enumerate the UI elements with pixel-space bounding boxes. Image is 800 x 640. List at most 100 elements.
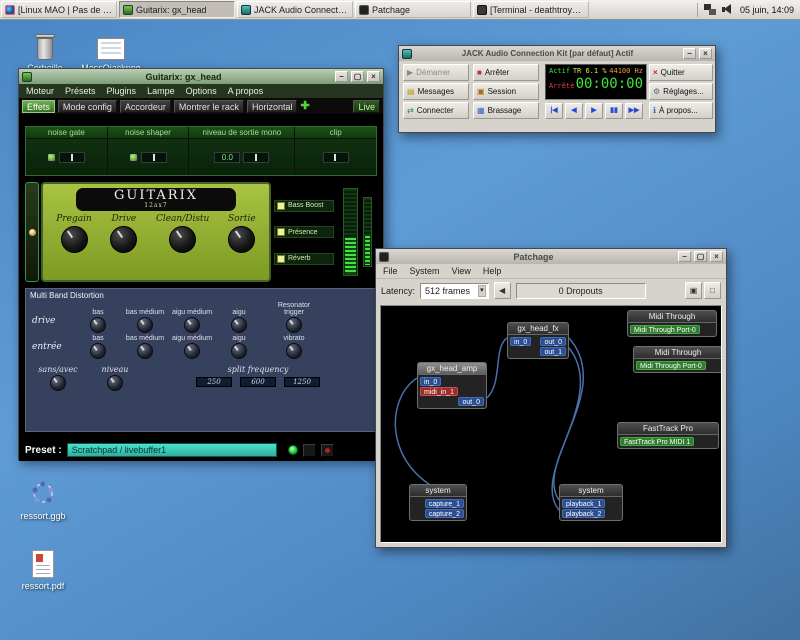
output-level-value[interactable]: 0.0 <box>214 152 240 163</box>
split-value-2[interactable]: 600 <box>240 377 276 387</box>
output-level-slider[interactable] <box>243 152 269 163</box>
port-midi-in1[interactable]: midi_in_1 <box>420 387 458 396</box>
connect-button[interactable]: ⇄ Connecter <box>403 102 469 119</box>
node-gx-head-amp[interactable]: gx_head_amp in_0 midi_in_1 out_0 <box>417 362 487 409</box>
node-midi-through-2[interactable]: Midi Through Midi Through Port-0 <box>633 346 722 373</box>
noise-gate-led[interactable] <box>47 153 56 162</box>
about-button[interactable]: ℹ À propos... <box>649 102 713 119</box>
mbd-knob[interactable] <box>184 343 200 359</box>
node-system-capture[interactable]: system capture_1 capture_2 <box>409 484 467 521</box>
port-playback2[interactable]: playback_2 <box>562 509 605 518</box>
decrease-latency-button[interactable]: ◀ <box>494 282 511 299</box>
menu-help[interactable]: Help <box>483 266 502 276</box>
transport-play-button[interactable]: ▶ <box>585 103 603 119</box>
trigger-knob[interactable] <box>286 317 302 333</box>
split-value-1[interactable]: 250 <box>196 377 232 387</box>
effects-button[interactable]: Effets <box>22 100 55 113</box>
presence-switch[interactable]: Présence <box>274 226 334 238</box>
latency-combobox[interactable]: 512 frames ▾ <box>420 283 489 299</box>
mbd-knob[interactable] <box>90 317 106 333</box>
start-button[interactable]: ▶ Démarrer <box>403 64 469 81</box>
node-title[interactable]: system <box>560 485 622 497</box>
minimize-icon[interactable]: − <box>683 48 696 59</box>
transport-rewind-button[interactable]: ◀ <box>565 103 583 119</box>
menu-file[interactable]: File <box>383 266 398 276</box>
taskbar-button-jack[interactable]: JACK Audio Connection Kit... <box>237 1 353 18</box>
node-gx-head-fx[interactable]: gx_head_fx in_0 out_0 out_1 <box>507 322 569 359</box>
port-midi-through[interactable]: Midi Through Port-0 <box>630 325 700 334</box>
port-capture2[interactable]: capture_2 <box>425 509 464 518</box>
mbd-knob[interactable] <box>137 343 153 359</box>
noise-shaper-slider[interactable] <box>141 152 167 163</box>
add-plugin-icon[interactable]: ✚ <box>300 100 309 113</box>
quit-button[interactable]: × Quitter <box>649 64 713 81</box>
node-midi-through-1[interactable]: Midi Through Midi Through Port-0 <box>627 310 717 337</box>
mbd-knob[interactable] <box>90 343 106 359</box>
show-rack-button[interactable]: Montrer le rack <box>174 100 244 113</box>
node-title[interactable]: FastTrack Pro <box>618 423 718 435</box>
noise-shaper-led[interactable] <box>129 153 138 162</box>
sans-avec-knob[interactable] <box>50 375 66 391</box>
minimize-icon[interactable]: − <box>678 251 691 262</box>
node-fasttrack-pro[interactable]: FastTrack Pro FastTrack Pro MIDI 1 <box>617 422 719 449</box>
patch-canvas[interactable]: gx_head_fx in_0 out_0 out_1 gx_head_amp … <box>380 305 722 543</box>
close-icon[interactable]: × <box>367 71 380 82</box>
output-knob[interactable] <box>228 226 255 253</box>
close-icon[interactable]: × <box>699 48 712 59</box>
menu-lampe[interactable]: Lampe <box>147 86 175 96</box>
minimize-icon[interactable]: − <box>335 71 348 82</box>
desktop-icon-ressort-pdf[interactable]: ressort.pdf <box>8 548 78 591</box>
mbd-knob[interactable] <box>231 343 247 359</box>
horizontal-button[interactable]: Horizontal <box>247 100 298 113</box>
menu-system[interactable]: System <box>410 266 440 276</box>
zoom-normal-icon[interactable]: □ <box>704 282 721 299</box>
port-out0[interactable]: out_0 <box>458 397 484 406</box>
node-title[interactable]: Midi Through <box>634 347 722 359</box>
mode-config-button[interactable]: Mode config <box>58 100 117 113</box>
taskbar-button-patchage[interactable]: Patchage <box>355 1 471 18</box>
pregain-knob[interactable] <box>61 226 88 253</box>
mbd-knob[interactable] <box>137 317 153 333</box>
reverb-switch[interactable]: Réverb <box>274 253 334 265</box>
port-fasttrack-midi[interactable]: FastTrack Pro MIDI 1 <box>620 437 694 446</box>
panel-clock[interactable]: 05 juin, 14:09 <box>740 5 794 15</box>
port-in0[interactable]: in_0 <box>420 377 441 386</box>
live-button[interactable]: Live <box>353 100 380 113</box>
node-title[interactable]: gx_head_amp <box>418 363 486 375</box>
split-value-3[interactable]: 1250 <box>284 377 320 387</box>
session-button[interactable]: ▣ Session <box>473 83 539 100</box>
port-out0[interactable]: out_0 <box>540 337 566 346</box>
noise-gate-slider[interactable] <box>59 152 85 163</box>
volume-icon[interactable] <box>722 4 734 15</box>
zoom-full-icon[interactable]: ▣ <box>685 282 702 299</box>
transport-pause-button[interactable]: ▮▮ <box>605 103 623 119</box>
transport-forward-button[interactable]: ▶▶ <box>625 103 643 119</box>
node-title[interactable]: system <box>410 485 466 497</box>
menu-moteur[interactable]: Moteur <box>26 86 54 96</box>
patchage-titlebar[interactable]: Patchage − ▢ × <box>376 249 726 264</box>
port-playback1[interactable]: playback_1 <box>562 499 605 508</box>
node-title[interactable]: gx_head_fx <box>508 323 568 335</box>
maximize-icon[interactable]: ▢ <box>351 71 364 82</box>
taskbar-button-browser[interactable]: [Linux MAO | Pas de son g... <box>1 1 117 18</box>
transport-skip-back-button[interactable]: |◀ <box>545 103 563 119</box>
clean-dist-knob[interactable] <box>169 226 196 253</box>
tuner-button[interactable]: Accordeur <box>120 100 171 113</box>
menu-view[interactable]: View <box>452 266 471 276</box>
mbd-knob[interactable] <box>184 317 200 333</box>
clip-slider[interactable] <box>323 152 349 163</box>
stop-button[interactable]: ■ Arrêter <box>473 64 539 81</box>
port-capture1[interactable]: capture_1 <box>425 499 464 508</box>
taskbar-button-terminal[interactable]: [Terminal - deathtroy@dea... <box>473 1 589 18</box>
guitarix-titlebar[interactable]: Guitarix: gx_head − ▢ × <box>19 69 383 84</box>
network-icon[interactable] <box>704 4 716 15</box>
preset-prev-button[interactable] <box>303 444 316 457</box>
menu-apropos[interactable]: A propos <box>228 86 264 96</box>
niveau-knob[interactable] <box>107 375 123 391</box>
port-in0[interactable]: in_0 <box>510 337 531 346</box>
desktop-icon-ressort-ggb[interactable]: ressort.ggb <box>8 478 78 521</box>
preset-record-button[interactable] <box>321 444 334 457</box>
close-icon[interactable]: × <box>710 251 723 262</box>
qjackctl-titlebar[interactable]: JACK Audio Connection Kit [par défaut] A… <box>399 46 715 61</box>
node-title[interactable]: Midi Through <box>628 311 716 323</box>
